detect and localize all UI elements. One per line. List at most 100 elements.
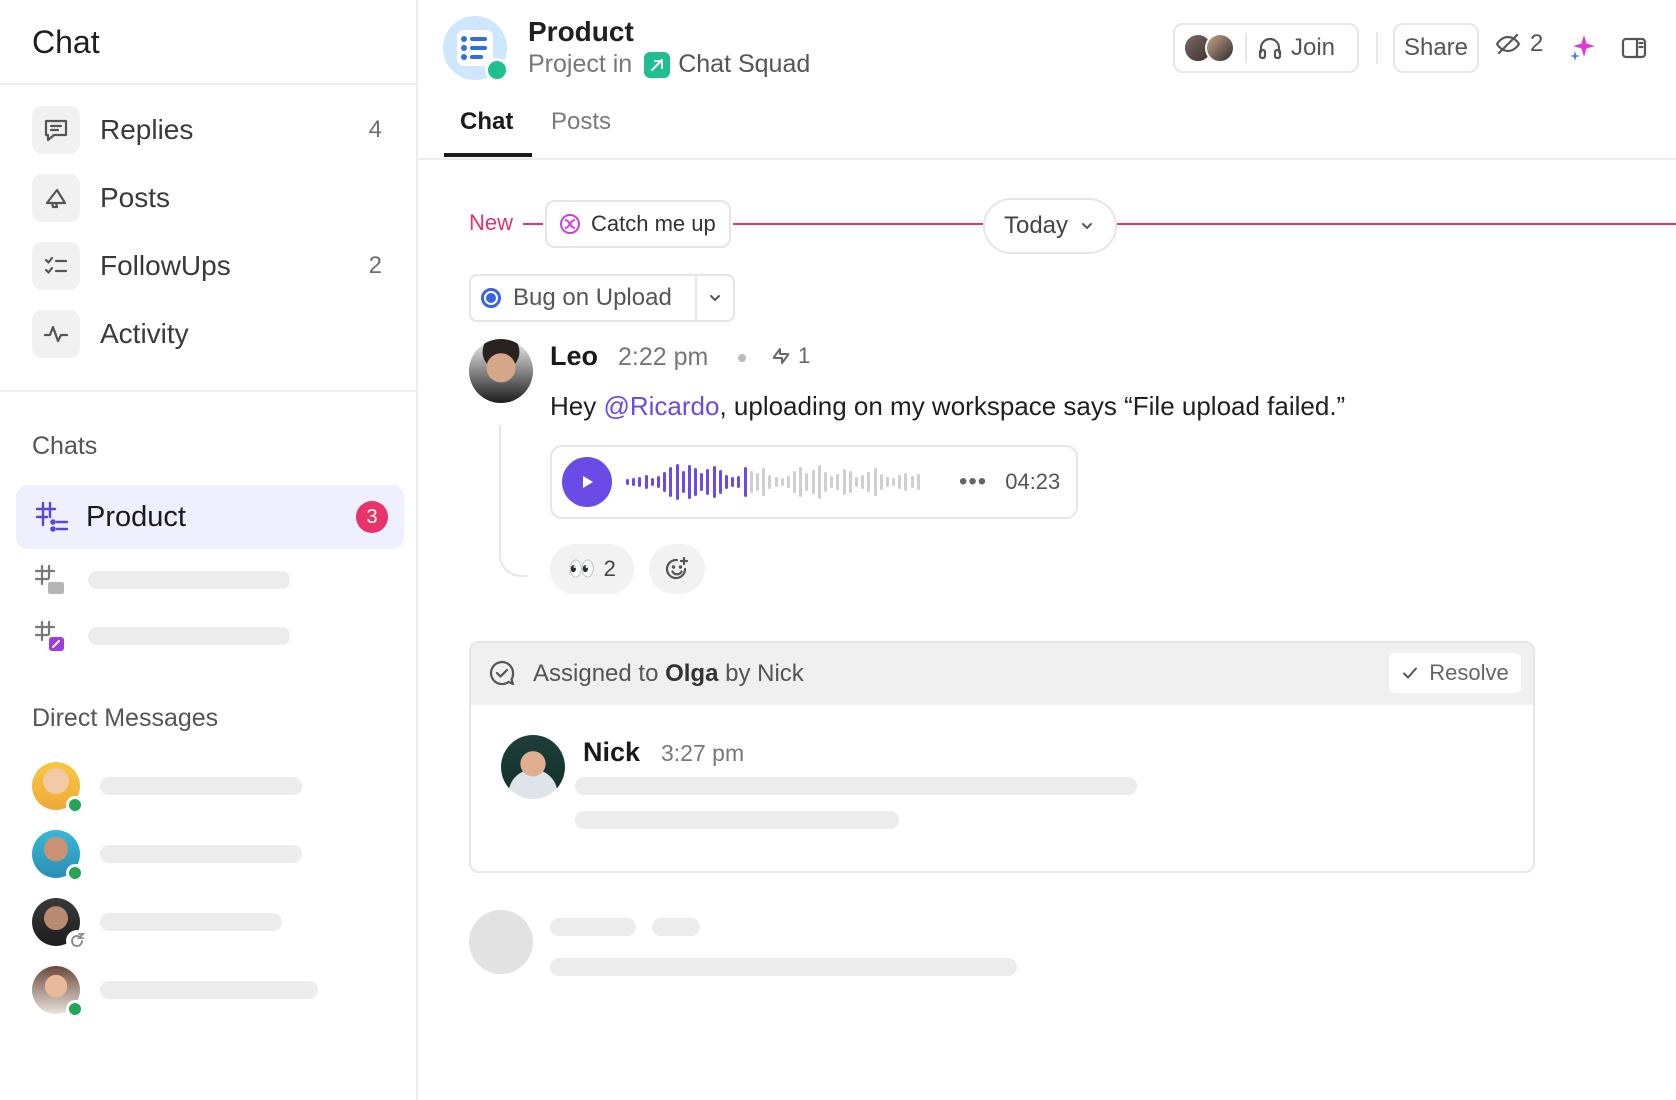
followups-count: 2 <box>368 252 382 279</box>
sidebar-item-followups[interactable]: FollowUps 2 <box>32 240 386 292</box>
active-tab-indicator <box>444 153 532 157</box>
avatar <box>1205 33 1235 63</box>
waveform-bar <box>731 477 735 487</box>
waveform-bar <box>694 468 698 496</box>
message-time: 2:22 pm <box>618 343 709 371</box>
message-text-part: , uploading on my workspace says “File u… <box>719 391 1346 421</box>
thread-connector <box>499 425 527 577</box>
channel-list-icon <box>34 499 70 535</box>
sidebar-item-label: Activity <box>100 318 189 349</box>
waveform-bar <box>811 470 815 494</box>
divider <box>0 390 418 392</box>
audio-waveform[interactable] <box>626 457 923 507</box>
assigned-comment-icon <box>489 660 515 686</box>
resolve-button[interactable]: Resolve <box>1389 653 1521 693</box>
catch-me-up-button[interactable]: Catch me up <box>545 200 731 248</box>
chats-section-label: Chats <box>32 432 98 460</box>
message-text-placeholder <box>550 958 1017 976</box>
user-mention[interactable]: @Ricardo <box>603 391 719 421</box>
author-placeholder <box>550 918 636 936</box>
waveform-bar <box>687 465 691 499</box>
sidebar-item-replies[interactable]: Replies 4 <box>32 104 386 156</box>
task-chip[interactable]: Bug on Upload <box>469 274 735 322</box>
separator-dot <box>738 354 746 362</box>
online-status <box>66 1000 84 1018</box>
assignment-text: Assigned to Olga by Nick <box>533 660 804 688</box>
space-link[interactable]: Chat Squad <box>678 50 810 79</box>
dm-name-placeholder <box>100 913 282 931</box>
waveform-bar <box>632 478 636 486</box>
activity-icon <box>32 310 80 358</box>
message-author[interactable]: Nick <box>583 737 640 768</box>
waveform-bar <box>817 465 821 499</box>
checklist-icon <box>32 242 80 290</box>
catch-me-up-label: Catch me up <box>591 211 716 236</box>
dm-avatar[interactable] <box>32 966 84 1018</box>
chat-name-placeholder <box>88 571 290 589</box>
join-label: Join <box>1291 34 1336 61</box>
reply-count: 1 <box>798 343 811 368</box>
share-button[interactable]: Share <box>1393 23 1479 73</box>
watchers-button[interactable]: 2 <box>1494 30 1543 58</box>
waveform-bar <box>700 473 704 491</box>
toggle-panel-button[interactable] <box>1620 34 1648 62</box>
waveform-bar <box>780 478 784 486</box>
dm-name-placeholder <box>100 777 302 795</box>
sidebar-item-label: Posts <box>100 182 171 213</box>
waveform-bar <box>861 475 865 489</box>
play-button[interactable] <box>562 457 612 507</box>
waveform-bar <box>916 474 920 490</box>
edit-badge-icon <box>485 58 509 82</box>
reaction-eyes[interactable]: 👀 2 <box>550 544 634 594</box>
waveform-bar <box>669 467 673 497</box>
waveform-bar <box>743 467 747 497</box>
sidebar-item-activity[interactable]: Activity <box>32 308 386 360</box>
message-author[interactable]: Leo <box>550 341 598 372</box>
dm-section-label: Direct Messages <box>32 704 219 732</box>
task-menu-button[interactable] <box>697 289 733 307</box>
check-icon <box>1403 667 1418 679</box>
sidebar-item-product-chat[interactable]: Product 3 <box>16 485 404 549</box>
breadcrumb-prefix: Project in <box>528 50 633 78</box>
avatar[interactable] <box>469 339 533 403</box>
voice-message: ••• 04:23 <box>550 445 1078 519</box>
page-title: Product <box>528 16 634 47</box>
waveform-bar <box>842 469 846 495</box>
waveform-bar <box>737 476 741 488</box>
message-text-placeholder <box>575 777 1137 795</box>
join-call-button[interactable]: Join <box>1173 23 1359 73</box>
sidebar-title: Chat <box>32 24 100 60</box>
sidebar-item-posts[interactable]: Posts <box>32 172 386 224</box>
sidebar-panel-icon <box>1621 37 1647 59</box>
tab-bar: Chat Posts <box>418 100 1676 160</box>
avatar[interactable] <box>501 735 565 799</box>
waveform-bar <box>718 470 722 494</box>
dm-name-placeholder <box>100 845 302 863</box>
new-divider-line <box>523 223 543 225</box>
dm-avatar[interactable] <box>32 762 84 814</box>
waveform-bar <box>762 468 766 496</box>
waveform-bar <box>725 475 728 489</box>
date-jump-button[interactable]: Today <box>983 198 1117 254</box>
add-reaction-button[interactable] <box>649 544 705 594</box>
online-status <box>66 796 84 814</box>
channel-doc-icon <box>34 618 70 654</box>
waveform-bar <box>774 477 778 487</box>
message-text-placeholder <box>575 811 899 829</box>
breadcrumb: Project in Chat Squad <box>528 50 810 79</box>
reaction-count: 2 <box>603 556 616 581</box>
dm-avatar[interactable] <box>32 898 88 952</box>
tab-chat[interactable]: Chat <box>460 108 513 136</box>
thread-replies-button[interactable]: 1 <box>770 343 810 369</box>
ai-sparkle-button[interactable] <box>1568 32 1598 62</box>
channel-folder-icon <box>34 562 70 598</box>
waveform-bar <box>904 473 908 491</box>
tab-posts[interactable]: Posts <box>551 108 611 136</box>
online-status <box>66 864 84 882</box>
more-options-button[interactable]: ••• <box>959 468 987 496</box>
waveform-bar <box>656 476 660 488</box>
divider <box>1376 32 1378 64</box>
assignee-name: Olga <box>665 660 719 687</box>
dm-avatar[interactable] <box>32 830 84 882</box>
new-divider-line <box>1117 223 1676 225</box>
